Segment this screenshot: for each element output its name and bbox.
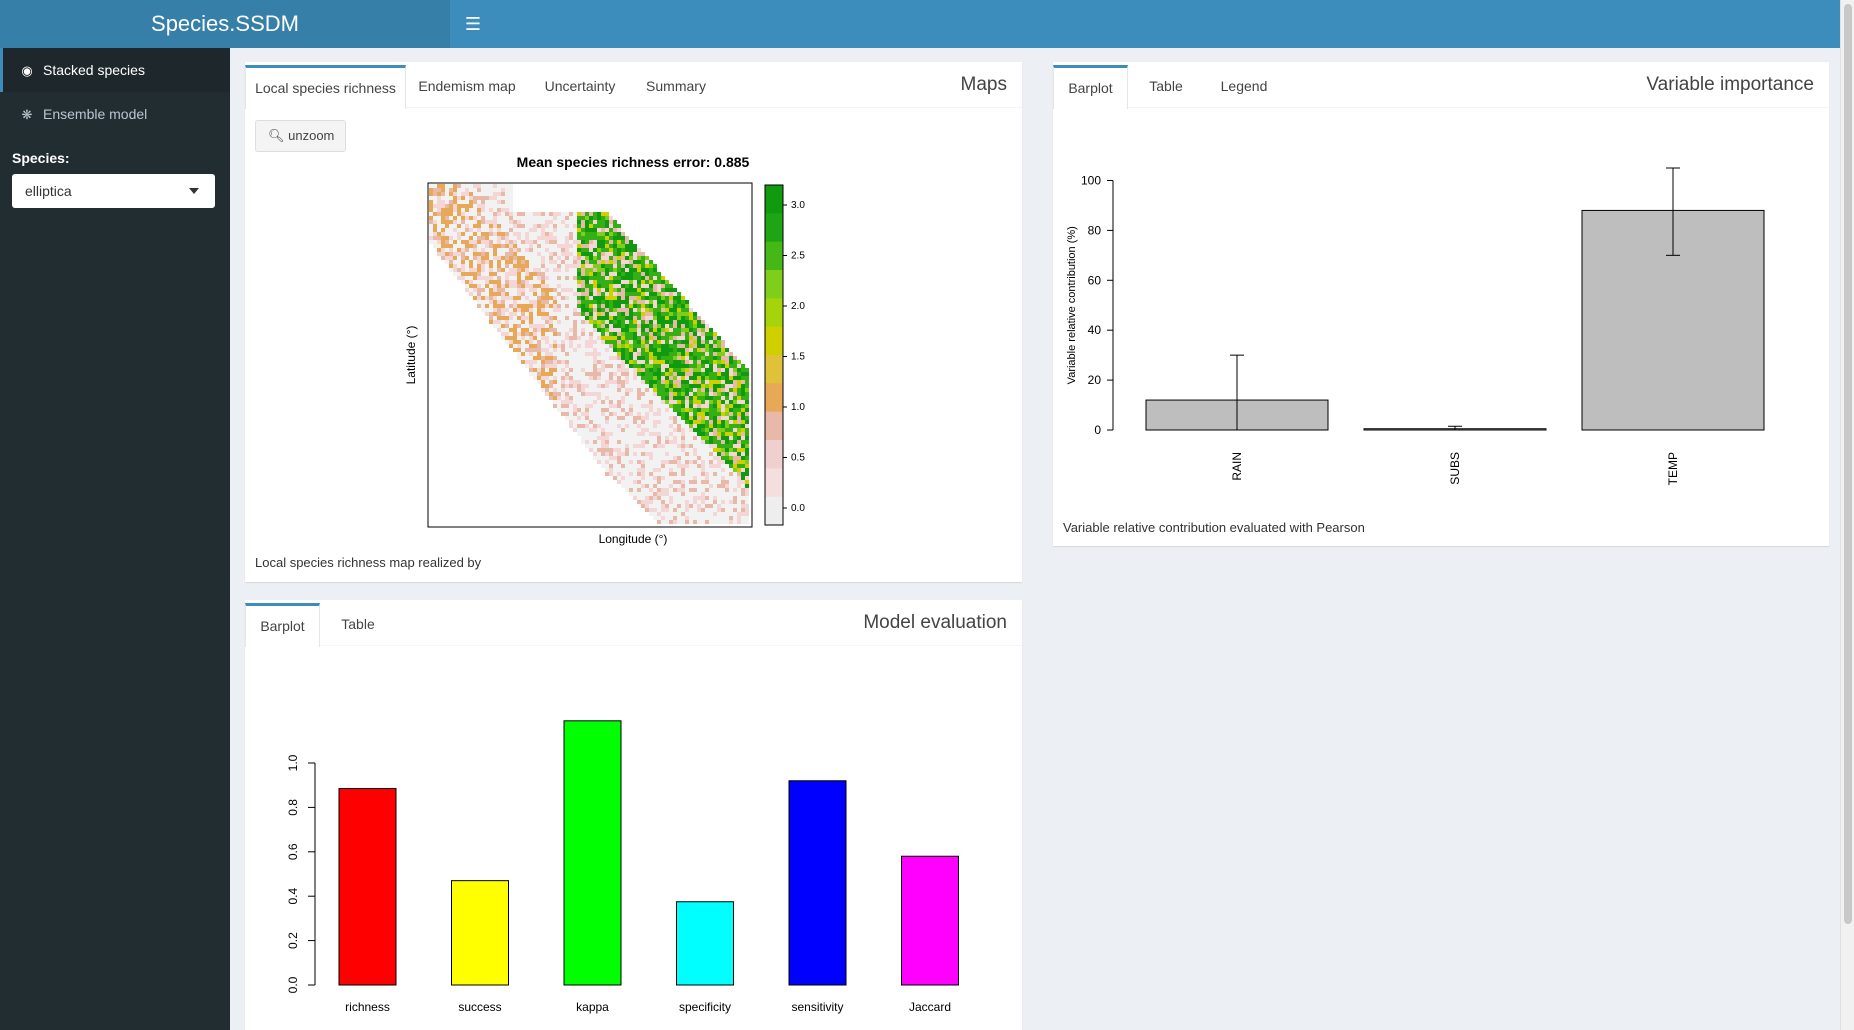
legend-tick-label: 3.0 (791, 200, 805, 211)
tab-endemism-map[interactable]: Endemism map (406, 65, 528, 108)
model-evaluation-chart[interactable]: 0.0 0.2 0.4 0.6 0.8 1.0 richness success kappa sp… (245, 663, 1022, 1030)
tab-barplot[interactable]: Barplot (1053, 65, 1128, 109)
vi-y-tick-label: 40 (1088, 323, 1102, 337)
top-navbar: Species.SSDM ☰ (0, 0, 1840, 48)
me-y-tick-label: 1.0 (286, 754, 300, 771)
vi-y-tick-label: 20 (1088, 373, 1102, 387)
page-scrollbar[interactable] (1840, 0, 1854, 1030)
variable-importance-box: Barplot Table Legend Variable importance… (1053, 62, 1829, 546)
legend-swatch (765, 241, 783, 271)
sidebar-item-label: Stacked species (43, 62, 145, 78)
tab-legend[interactable]: Legend (1204, 65, 1284, 108)
sidebar: ◉ Stacked species ❋ Ensemble model Species… (0, 48, 230, 1030)
me-y-tick-label: 0.0 (286, 976, 300, 993)
me-bar (563, 720, 622, 986)
species-label: Species: (12, 150, 70, 166)
sidebar-item-ensemble-model[interactable]: ❋ Ensemble model (0, 92, 230, 136)
me-x-tick-label: specificity (679, 1000, 731, 1014)
legend-swatch (765, 298, 783, 328)
maps-title: Maps (960, 74, 1007, 95)
sidebar-item-label: Ensemble model (43, 106, 148, 122)
legend-tick-label: 1.0 (791, 402, 805, 413)
species-select-value: elliptica (25, 183, 72, 199)
me-y-tick-label: 0.2 (286, 932, 300, 949)
richness-map-plot[interactable]: Mean species richness error: 0.885 Longi… (385, 153, 925, 553)
species-select[interactable]: elliptica (12, 174, 215, 208)
legend-tick-label: 0.5 (791, 453, 805, 464)
me-x-tick-label: kappa (576, 1000, 609, 1014)
legend-swatch (765, 213, 783, 243)
legend-tick-label: 2.5 (791, 251, 805, 262)
model-evaluation-tabbar: Barplot Table Model evaluation (245, 603, 1022, 647)
me-x-tick-label: sensitivity (791, 1000, 843, 1014)
variable-importance-title: Variable importance (1646, 74, 1814, 95)
legend-swatch (765, 326, 783, 356)
legend-swatch (765, 496, 783, 526)
search-icon: 🔍︎ (268, 128, 285, 143)
legend-tick-label: 0.0 (791, 503, 805, 514)
unzoom-button[interactable]: 🔍︎ unzoom (255, 120, 346, 152)
variable-importance-chart[interactable]: 0 20 40 60 80 100 Variable relative contributi… (1053, 160, 1829, 560)
unzoom-label: unzoom (288, 128, 335, 143)
me-bar (788, 780, 847, 986)
model-evaluation-title: Model evaluation (863, 612, 1007, 633)
me-x-tick-label: success (458, 1000, 501, 1014)
me-y-tick-label: 0.8 (286, 799, 300, 816)
me-bar (676, 901, 734, 986)
dashboard-icon: ◉ (21, 63, 33, 78)
legend-swatch (765, 411, 783, 441)
map-xlabel: Longitude (°) (599, 532, 668, 546)
tab-uncertainty[interactable]: Uncertainty (528, 65, 632, 108)
sidebar-item-stacked-species[interactable]: ◉ Stacked species (0, 48, 230, 92)
tab-table[interactable]: Table (320, 603, 396, 646)
legend-swatch (765, 383, 783, 413)
me-bar (901, 855, 959, 986)
map-plot-title: Mean species richness error: 0.885 (517, 154, 750, 170)
app-logo[interactable]: Species.SSDM (0, 0, 450, 48)
vi-y-axis-label: Variable relative contribution (%) (1066, 226, 1078, 384)
model-evaluation-box: Barplot Table Model evaluation 0.0 0.2 0.4… (245, 600, 1022, 1030)
me-bar (338, 788, 397, 986)
vi-y-tick-label: 0 (1094, 423, 1101, 437)
vi-x-tick-label: RAIN (1230, 452, 1244, 481)
map-ylabel: Latitude (°) (404, 326, 418, 385)
chevron-down-icon (189, 188, 199, 194)
legend-swatch (765, 468, 783, 498)
me-y-tick-label: 0.4 (286, 888, 300, 905)
sidebar-toggle-icon[interactable]: ☰ (462, 10, 484, 38)
vi-y-tick-label: 60 (1088, 273, 1102, 287)
legend-tick-label: 1.5 (791, 352, 805, 363)
vi-y-tick-label: 100 (1081, 173, 1101, 187)
legend-swatch (765, 185, 783, 214)
tab-barplot[interactable]: Barplot (245, 603, 320, 647)
vi-x-tick-label: SUBS (1448, 452, 1462, 485)
tab-table[interactable]: Table (1128, 65, 1204, 108)
me-x-tick-label: Jaccard (909, 1000, 951, 1014)
maps-tabbar: Local species richness Endemism map Unce… (245, 65, 1022, 109)
variable-importance-tabbar: Barplot Table Legend Variable importance (1053, 65, 1829, 109)
vi-y-tick-label: 80 (1088, 223, 1102, 237)
me-y-tick-label: 0.6 (286, 843, 300, 860)
legend-swatch (765, 270, 783, 299)
variable-importance-caption: Variable relative contribution evaluated… (1063, 520, 1365, 535)
legend-swatch (765, 440, 783, 469)
me-x-tick-label: richness (345, 1000, 390, 1014)
maps-caption: Local species richness map realized by (255, 555, 482, 570)
vi-x-tick-label: TEMP (1666, 452, 1680, 485)
me-bar (451, 880, 509, 986)
scrollbar-thumb[interactable] (1844, 4, 1852, 924)
map-legend: 3.0 2.5 2.0 1.5 1.0 0.5 0.0 (764, 184, 805, 526)
legend-tick-label: 2.0 (791, 301, 805, 312)
legend-swatch (765, 355, 783, 384)
tree-icon: ❋ (21, 107, 33, 122)
maps-box: Local species richness Endemism map Unce… (245, 62, 1022, 582)
tab-summary[interactable]: Summary (632, 65, 720, 108)
tab-local-species-richness[interactable]: Local species richness (245, 65, 406, 109)
